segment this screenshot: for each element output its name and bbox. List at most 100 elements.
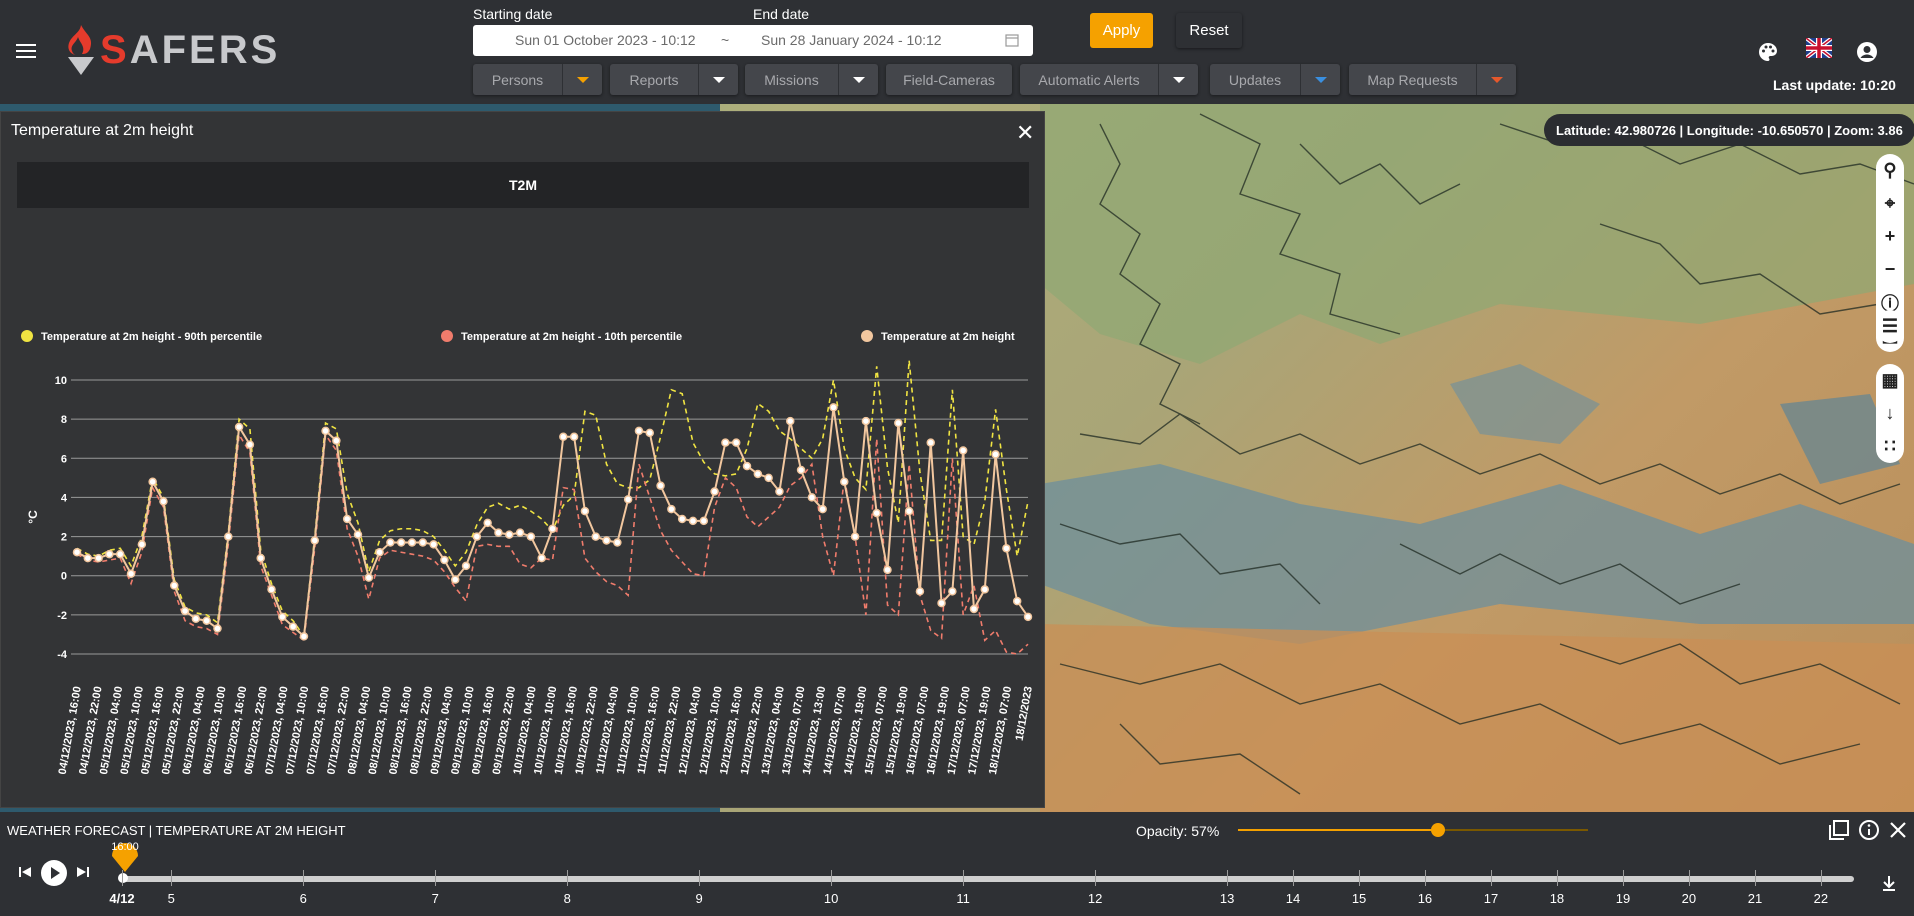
data-point bbox=[894, 418, 903, 428]
timeline-tick bbox=[1491, 870, 1493, 886]
y-tick-label: 8 bbox=[61, 414, 67, 426]
data-point bbox=[126, 569, 136, 579]
data-point bbox=[969, 604, 979, 614]
x-tick-label: 18/12/2023 bbox=[1014, 685, 1035, 741]
download-icon[interactable] bbox=[1880, 874, 1898, 892]
y-axis-label: °C bbox=[26, 510, 40, 524]
data-point bbox=[202, 616, 211, 625]
filter-field-cameras[interactable]: Field-Cameras bbox=[886, 64, 1012, 95]
chevron-down-icon[interactable] bbox=[1300, 64, 1340, 95]
data-point bbox=[861, 416, 871, 426]
data-point bbox=[1023, 612, 1033, 622]
timeline-label: 18 bbox=[1549, 891, 1565, 906]
skip-back-icon[interactable] bbox=[17, 864, 33, 885]
data-point bbox=[396, 538, 406, 547]
filter-updates[interactable]: Updates bbox=[1210, 64, 1340, 95]
data-point bbox=[267, 585, 276, 594]
timeline-tick bbox=[1623, 870, 1625, 886]
series-line bbox=[76, 360, 1029, 639]
start-date-value[interactable]: Sun 01 October 2023 - 10:12 bbox=[515, 32, 696, 48]
timeline-label: 15 bbox=[1351, 891, 1367, 906]
layers-control: ☰ bbox=[1876, 310, 1904, 343]
end-date-value[interactable]: Sun 28 January 2024 - 10:12 bbox=[761, 32, 942, 48]
timeline-label: 21 bbox=[1747, 891, 1763, 906]
data-point bbox=[472, 532, 482, 541]
map-tools-group: ▦ ↓ ∷ bbox=[1876, 364, 1904, 463]
chevron-down-icon[interactable] bbox=[562, 64, 602, 95]
data-point bbox=[407, 538, 417, 547]
timeline-label: 7 bbox=[431, 891, 439, 906]
y-tick-label: 6 bbox=[61, 453, 67, 465]
zoom-out-icon[interactable]: − bbox=[1876, 253, 1904, 286]
play-icon[interactable] bbox=[40, 859, 68, 892]
skip-forward-icon[interactable] bbox=[75, 864, 91, 885]
data-point bbox=[775, 487, 784, 496]
timeline-tick bbox=[303, 870, 305, 886]
legend-label: Temperature at 2m height - 10th percenti… bbox=[461, 331, 682, 343]
locate-icon[interactable]: ⌖ bbox=[1876, 187, 1904, 220]
data-point bbox=[840, 477, 849, 487]
download-icon[interactable]: ↓ bbox=[1876, 397, 1904, 430]
data-point bbox=[721, 438, 730, 447]
filter-reports[interactable]: Reports bbox=[610, 64, 738, 95]
filter-persons[interactable]: Persons bbox=[473, 64, 602, 95]
data-point bbox=[213, 624, 222, 633]
filter-automatic-alerts[interactable]: Automatic Alerts bbox=[1020, 64, 1198, 95]
opacity-label: Opacity: 57% bbox=[1136, 823, 1220, 839]
settings-icon[interactable]: ∷ bbox=[1876, 430, 1904, 463]
timeline-tick bbox=[699, 870, 701, 886]
layer-title: WEATHER FORECAST | TEMPERATURE AT 2M HEI… bbox=[7, 823, 346, 838]
timeline-label: 17 bbox=[1483, 891, 1499, 906]
end-date-label: End date bbox=[753, 6, 810, 22]
data-point bbox=[991, 450, 1000, 459]
opacity-slider[interactable] bbox=[1238, 823, 1588, 837]
timeline-tick bbox=[1424, 870, 1426, 886]
y-tick-label: 4 bbox=[61, 492, 68, 504]
palette-icon[interactable] bbox=[1756, 40, 1780, 64]
apply-button[interactable]: Apply bbox=[1090, 13, 1153, 48]
calendar-icon[interactable] bbox=[1005, 33, 1019, 47]
opacity-slider-fill bbox=[1238, 829, 1438, 831]
data-point bbox=[72, 547, 82, 557]
data-point bbox=[807, 493, 817, 502]
uk-flag-icon[interactable] bbox=[1806, 38, 1832, 58]
data-point bbox=[418, 538, 428, 547]
data-point bbox=[191, 614, 201, 624]
data-point bbox=[980, 585, 990, 594]
info-icon[interactable] bbox=[1857, 818, 1881, 842]
data-point bbox=[645, 428, 655, 438]
y-tick-label: 10 bbox=[55, 375, 67, 387]
layers-icon[interactable]: ☰ bbox=[1876, 310, 1904, 343]
chevron-down-icon[interactable] bbox=[838, 64, 878, 95]
popout-icon[interactable] bbox=[1827, 818, 1851, 842]
series-line bbox=[76, 432, 1029, 655]
chevron-down-icon[interactable] bbox=[698, 64, 738, 95]
filter-map-requests[interactable]: Map Requests bbox=[1349, 64, 1516, 95]
table-icon[interactable]: ▦ bbox=[1876, 364, 1904, 397]
data-point bbox=[742, 461, 752, 471]
data-point bbox=[699, 516, 709, 526]
date-range-input[interactable]: Sun 01 October 2023 - 10:12 ~ Sun 28 Jan… bbox=[473, 25, 1033, 56]
close-icon[interactable]: ✕ bbox=[1016, 120, 1034, 146]
close-icon[interactable] bbox=[1886, 818, 1910, 842]
data-point bbox=[386, 538, 395, 547]
data-point bbox=[915, 587, 925, 596]
timeline-tick bbox=[1754, 870, 1756, 886]
data-point bbox=[688, 516, 698, 526]
legend-label: Temperature at 2m height - 90th percenti… bbox=[41, 331, 262, 343]
reset-button[interactable]: Reset bbox=[1176, 13, 1242, 48]
chevron-down-icon[interactable] bbox=[1158, 64, 1198, 95]
account-icon[interactable] bbox=[1855, 40, 1879, 64]
timeline-track[interactable] bbox=[122, 876, 1854, 882]
zoom-in-icon[interactable]: + bbox=[1876, 220, 1904, 253]
timeline-handle[interactable] bbox=[118, 873, 128, 883]
opacity-slider-handle[interactable] bbox=[1430, 823, 1445, 837]
safers-logo: SAFERS bbox=[66, 22, 280, 78]
menu-icon[interactable] bbox=[14, 40, 38, 64]
timeline-tick bbox=[1820, 870, 1822, 886]
filter-missions[interactable]: Missions bbox=[745, 64, 878, 95]
search-icon[interactable]: ⚲ bbox=[1876, 154, 1904, 187]
chart-panel: Temperature at 2m height ✕ T2M Temperatu… bbox=[0, 111, 1045, 808]
data-point bbox=[623, 495, 633, 504]
chevron-down-icon[interactable] bbox=[1476, 64, 1516, 95]
